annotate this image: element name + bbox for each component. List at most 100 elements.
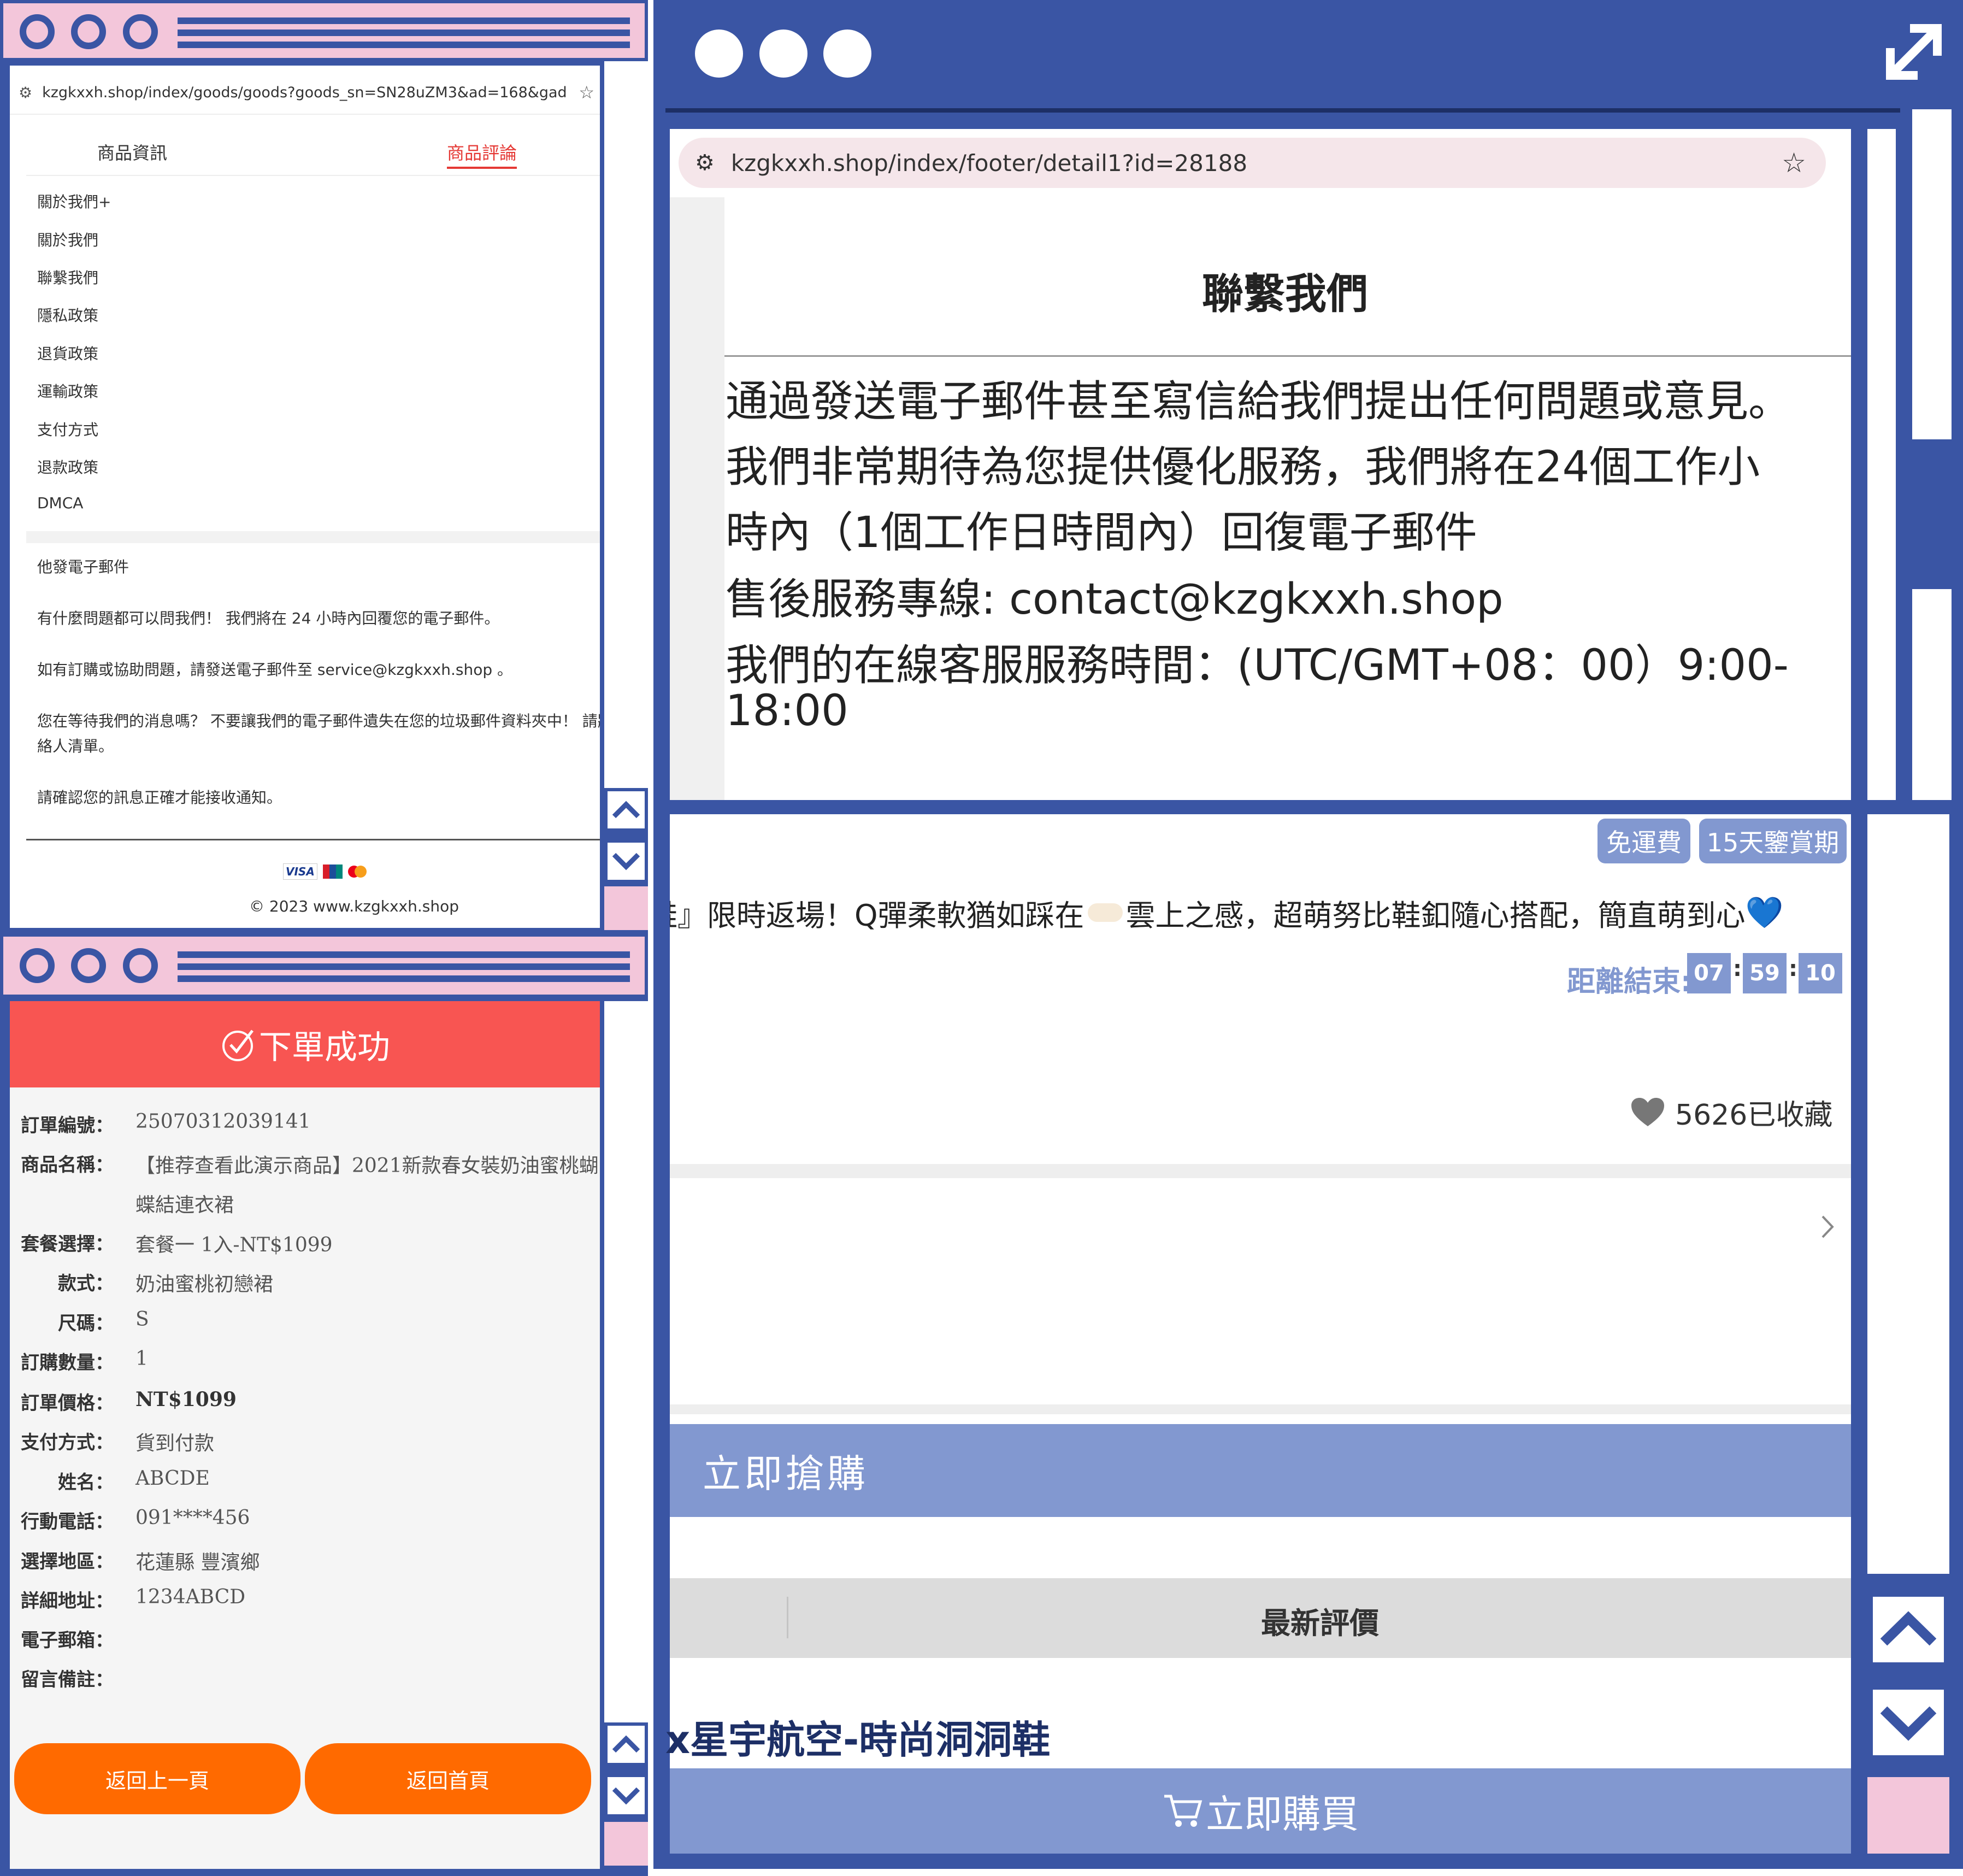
scrollbar-track[interactable] (604, 61, 648, 788)
badge-free-shipping: 免運費 (1597, 819, 1690, 863)
favorite-count[interactable]: 5626已收藏 (1630, 1092, 1832, 1133)
tab-latest-reviews[interactable]: 最新評價 (1261, 1599, 1379, 1642)
email-paragraph-1: 有什麼問題都可以問我們！ 我們將在 24 小時內回覆您的電子郵件。 (37, 609, 500, 627)
buy-button[interactable]: 立即購買 (670, 1768, 1851, 1854)
scroll-up-button[interactable] (604, 788, 648, 832)
window-dot-1[interactable] (695, 30, 743, 78)
buy-now-bar[interactable]: 立即搶購 (670, 1424, 1851, 1517)
favorite-count-text: 5626已收藏 (1675, 1099, 1833, 1132)
address-bar[interactable]: ⚙ kzgkxxh.shop/index/footer/detail1?id=2… (679, 138, 1826, 188)
payment-icons: VISA (283, 863, 367, 880)
title-divider (724, 355, 1851, 357)
scroll-corner (604, 1822, 648, 1866)
titlebar-line (178, 42, 630, 48)
titlebar-line (178, 975, 630, 982)
menu-item-refund[interactable]: 退款政策 (37, 456, 98, 478)
expand-icon[interactable] (1878, 16, 1949, 87)
menu-item-return[interactable]: 退貨政策 (37, 342, 98, 364)
copyright: © 2023 www.kzgkxxh.shop (249, 897, 459, 915)
star-icon[interactable]: ☆ (1782, 147, 1806, 179)
star-icon[interactable]: ☆ (579, 82, 594, 103)
scroll-down-button[interactable] (604, 1774, 648, 1818)
scroll-up-button[interactable] (604, 1722, 648, 1766)
chevron-up-icon (1880, 1611, 1937, 1646)
chevron-down-icon (612, 852, 640, 871)
titlebar-separator (665, 108, 1900, 113)
scroll-down-button[interactable] (1867, 1684, 1949, 1761)
countdown-separator: : (1733, 956, 1742, 981)
chevron-right-icon[interactable] (1819, 1213, 1836, 1243)
contact-line: 我們非常期待為您提供優化服務，我們將在24個工作小 (726, 443, 1760, 492)
tab-divider (787, 1597, 788, 1638)
window-dot-2[interactable] (71, 948, 106, 983)
menu-item-contact[interactable]: 聯繫我們 (37, 266, 98, 288)
window-dot-1[interactable] (20, 14, 55, 49)
titlebar-line (178, 951, 630, 958)
window-dot-2[interactable] (759, 30, 807, 78)
email-paragraph-2: 如有訂購或協助問題，請發送電子郵件至 service@kzgkxxh.shop … (37, 661, 513, 679)
inner-scrollbar[interactable] (1867, 129, 1896, 800)
window-dot-2[interactable] (71, 14, 106, 49)
email-paragraph-3b: 絡人清單。 (37, 737, 114, 755)
window-dot-3[interactable] (123, 948, 158, 983)
footer-divider (26, 839, 600, 840)
countdown-minutes: 59 (1743, 953, 1787, 993)
contact-line: 通過發送電子郵件甚至寫信給我們提出任何問題或意見。 (726, 377, 1791, 426)
home-button-label: 返回首頁 (406, 1768, 490, 1793)
email-paragraph-4: 請確認您的訊息正確才能接收通知。 (37, 789, 282, 807)
contact-line: 我們的在線客服服務時間：(UTC/GMT+08：00）9:00- (726, 641, 1789, 690)
section-divider (670, 1164, 1851, 1178)
window-dot-1[interactable] (20, 948, 55, 983)
outer-scrollbar-track[interactable] (1867, 814, 1949, 1574)
email-paragraph-3: 您在等待我們的消息嗎？ 不要讓我們的電子郵件遺失在您的垃圾郵件資料夾中！ 請將我… (37, 712, 600, 730)
contact-title: 聯繫我們 (1202, 269, 1368, 318)
site-settings-icon[interactable]: ⚙ (695, 150, 715, 175)
scroll-down-button[interactable] (604, 839, 648, 883)
menu-item-dmca[interactable]: DMCA (37, 494, 83, 512)
url-text[interactable]: kzgkxxh.shop/index/goods/goods?goods_sn=… (42, 84, 567, 101)
home-button[interactable]: 返回首頁 (305, 1743, 591, 1814)
outer-scrollbar-thumb[interactable] (1912, 109, 1952, 439)
scroll-up-button[interactable] (1867, 1591, 1949, 1668)
countdown-separator: : (1789, 956, 1797, 981)
contact-line: 18:00 (726, 686, 848, 736)
menu-item-shipping[interactable]: 運輸政策 (37, 380, 98, 402)
cart-icon (1164, 1795, 1202, 1827)
menu-item-privacy[interactable]: 隱私政策 (37, 304, 98, 326)
menu-item-payment[interactable]: 支付方式 (37, 418, 98, 440)
tab-divider (26, 175, 600, 176)
section-divider (670, 1404, 1851, 1414)
left-top-content: ⚙ kzgkxxh.shop/index/goods/goods?goods_s… (10, 66, 600, 928)
titlebar-line (178, 963, 630, 970)
site-settings-icon[interactable]: ⚙ (19, 84, 32, 102)
chevron-down-icon (1880, 1706, 1937, 1741)
visa-icon: VISA (283, 863, 317, 880)
promo-end: 雲上之感，超萌努比鞋釦隨心搭配，簡直萌到心 (1125, 898, 1746, 933)
menu-item-about-plus[interactable]: 關於我們+ (37, 190, 111, 212)
scrollbar-track[interactable] (604, 1001, 648, 1722)
tab-product-info[interactable]: 商品資訊 (97, 139, 167, 164)
countdown-label: 距離結束: (1567, 966, 1692, 998)
address-bar[interactable]: ⚙ kzgkxxh.shop/index/goods/goods?goods_s… (10, 71, 600, 115)
countdown-seconds: 10 (1799, 953, 1842, 993)
promo-start: 鞋』限時返場！Q彈柔軟猶如踩在 (670, 898, 1084, 933)
success-title: 下單成功 (259, 1028, 390, 1067)
url-text[interactable]: kzgkxxh.shop/index/footer/detail1?id=281… (731, 150, 1247, 177)
back-button[interactable]: 返回上一頁 (14, 1743, 300, 1814)
unionpay-icon (322, 865, 343, 879)
menu-item-about[interactable]: 關於我們 (37, 228, 98, 250)
product-title: x星宇航空-時尚洞洞鞋 (665, 1718, 1051, 1762)
contact-line: 時內（1個工作日時間內）回復電子郵件 (726, 508, 1477, 557)
cloud-icon (1087, 903, 1123, 922)
section-gap (26, 531, 600, 543)
tab-product-reviews[interactable]: 商品評論 (447, 139, 517, 169)
heart-sparkle-icon: 💙 (1745, 895, 1784, 931)
chevron-down-icon (612, 1787, 640, 1805)
window-dot-3[interactable] (123, 14, 158, 49)
outer-scrollbar-track[interactable] (1912, 589, 1952, 800)
buy-button-label: 立即購買 (1206, 1791, 1359, 1837)
check-circle-icon (222, 1030, 254, 1061)
success-banner: 下單成功 (10, 1001, 600, 1087)
scroll-corner (604, 886, 648, 930)
window-dot-3[interactable] (823, 30, 871, 78)
